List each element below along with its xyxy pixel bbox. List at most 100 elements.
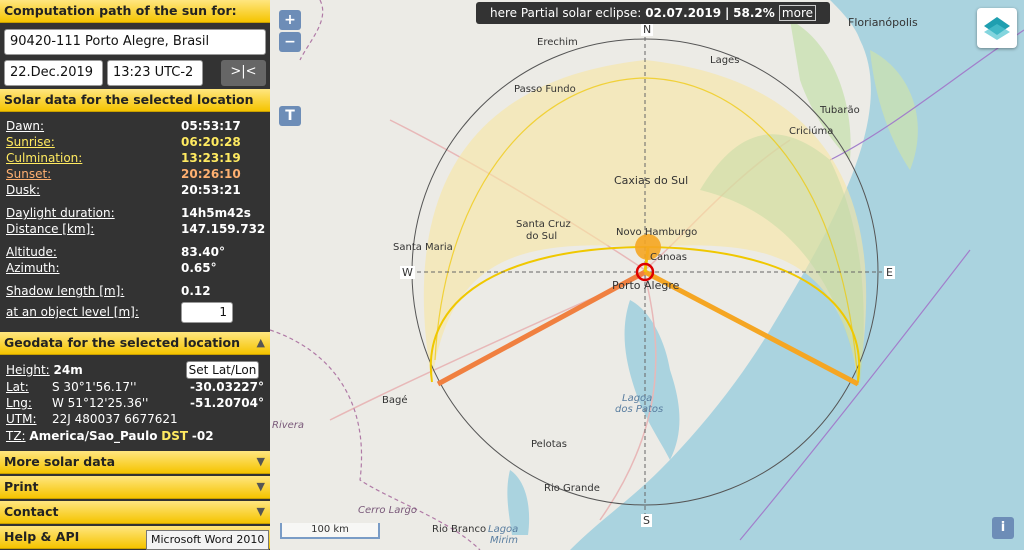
location-input[interactable]: 90420-111 Porto Alegre, Brasil: [4, 29, 266, 55]
altitude-value: 83.40°: [181, 245, 225, 259]
distance-label[interactable]: Distance [km]:: [6, 221, 94, 237]
eclipse-more-button[interactable]: more: [778, 5, 816, 21]
place-label: Lagoa: [488, 524, 519, 535]
utm-value: 22J 480037 6677621: [52, 412, 178, 426]
place-label: Tubarão: [820, 105, 860, 116]
place-label: Porto Alegre: [612, 279, 680, 292]
tz-offset: -02: [191, 429, 214, 443]
more-solar-data-header[interactable]: More solar data ▼: [0, 451, 270, 474]
chevron-up-icon: ▲: [256, 336, 265, 349]
geodata-title: Geodata for the selected location: [4, 335, 241, 350]
place-label: Lages: [710, 55, 740, 66]
lng-row: Lng: W 51°12'25.36'' -51.20704°: [6, 395, 266, 411]
culmination-row: Culmination: 13:23:19: [6, 150, 266, 166]
layer-switcher-button[interactable]: [977, 8, 1017, 48]
info-button[interactable]: i: [992, 517, 1014, 539]
shadow-label[interactable]: Shadow length [m]:: [6, 283, 124, 299]
sunset-row: Sunset: 20:26:10: [6, 166, 266, 182]
compass-south: S: [641, 514, 652, 527]
state-border-2: [299, 0, 324, 61]
lat-dms: S 30°1'56.17'': [52, 380, 137, 394]
height-label[interactable]: Height:: [6, 363, 50, 377]
place-label: Erechim: [537, 37, 578, 48]
sunset-label[interactable]: Sunset:: [6, 166, 51, 182]
place-label: Rio Grande: [544, 483, 600, 494]
more-solar-data-title: More solar data: [4, 454, 116, 469]
computation-header: Computation path of the sun for:: [0, 0, 270, 23]
chevron-down-icon: ▼: [256, 455, 265, 468]
altitude-row: Altitude: 83.40°: [6, 244, 266, 260]
dawn-row: Dawn: 05:53:17: [6, 118, 266, 134]
place-label: Bagé: [382, 395, 408, 406]
contact-header[interactable]: Contact ▼: [0, 501, 270, 524]
distance-value: 147.159.732: [181, 222, 266, 236]
place-label: dos Patos: [615, 404, 664, 415]
zoom-out-button[interactable]: −: [279, 32, 301, 52]
place-label: Lagoa: [622, 393, 653, 404]
side-panel: Computation path of the sun for: 90420-1…: [0, 0, 270, 550]
compass-east: E: [884, 266, 895, 279]
lat-row: Lat: S 30°1'56.17'' -30.03227°: [6, 379, 266, 395]
azimuth-row: Azimuth: 0.65°: [6, 260, 266, 276]
map[interactable]: Florianópolis Erechim Lages Passo Fundo …: [270, 0, 1024, 550]
dusk-row: Dusk: 20:53:21: [6, 182, 266, 198]
daylight-value: 14h5m42s: [181, 206, 251, 220]
azimuth-label[interactable]: Azimuth:: [6, 260, 60, 276]
place-label: Canoas: [650, 252, 687, 263]
culmination-label[interactable]: Culmination:: [6, 150, 82, 166]
dawn-label[interactable]: Dawn:: [6, 118, 44, 134]
sunrise-row: Sunrise: 06:20:28: [6, 134, 266, 150]
eclipse-banner: here Partial solar eclipse: 02.07.2019 |…: [476, 2, 830, 24]
tz-label[interactable]: TZ:: [6, 429, 26, 443]
sunset-value: 20:26:10: [181, 167, 241, 181]
map-canvas: [270, 0, 1024, 550]
object-level-input[interactable]: 1: [181, 302, 233, 323]
layers-icon: [984, 17, 1010, 40]
text-toggle-button[interactable]: T: [279, 106, 301, 126]
place-label: Santa Maria: [393, 242, 453, 253]
date-input[interactable]: 22.Dec.2019: [4, 60, 103, 86]
lng-label[interactable]: Lng:: [6, 396, 32, 410]
time-input[interactable]: 13:23 UTC-2: [107, 60, 203, 86]
zoom-in-button[interactable]: +: [279, 10, 301, 30]
sunrise-value: 06:20:28: [181, 135, 241, 149]
print-header[interactable]: Print ▼: [0, 476, 270, 499]
shadow-row: Shadow length [m]: 0.12: [6, 283, 266, 299]
place-label: Novo Hamburgo: [616, 227, 698, 238]
daylight-label[interactable]: Daylight duration:: [6, 205, 115, 221]
place-label: Mirim: [490, 535, 519, 546]
place-label: Rio Branco: [432, 524, 487, 535]
scale-bar: 100 km: [280, 523, 380, 539]
sunrise-label[interactable]: Sunrise:: [6, 134, 55, 150]
chevron-down-icon: ▼: [256, 480, 265, 493]
compass-west: W: [400, 266, 415, 279]
dst-badge: DST: [161, 429, 189, 443]
eclipse-text-row: here Partial solar eclipse: 02.07.2019 |…: [490, 6, 775, 20]
computation-title: Computation path of the sun for:: [4, 3, 237, 18]
place-label: Passo Fundo: [514, 84, 576, 95]
tz-value: America/Sao_Paulo: [29, 429, 158, 443]
place-label: Santa Cruz: [516, 219, 571, 230]
geodata-header[interactable]: Geodata for the selected location ▲: [0, 332, 270, 355]
eclipse-text: here Partial solar eclipse:: [490, 6, 642, 20]
solar-data-header[interactable]: Solar data for the selected location: [0, 89, 270, 112]
contact-title: Contact: [4, 504, 59, 519]
dusk-label[interactable]: Dusk:: [6, 182, 40, 198]
object-level-label[interactable]: at an object level [m]:: [6, 304, 139, 320]
lat-label[interactable]: Lat:: [6, 380, 29, 394]
set-latlon-button[interactable]: Set Lat/Lon: [186, 361, 259, 379]
shadow-value: 0.12: [181, 284, 211, 298]
utm-label[interactable]: UTM:: [6, 412, 37, 426]
compass-north: N: [641, 23, 654, 36]
help-api-title: Help & API: [4, 529, 80, 544]
distance-row: Distance [km]: 147.159.732: [6, 221, 266, 237]
utm-row: UTM: 22J 480037 6677621: [6, 411, 266, 427]
current-time-button[interactable]: >|<: [221, 60, 266, 86]
dusk-value: 20:53:21: [181, 183, 241, 197]
tz-row: TZ: America/Sao_Paulo DST -02: [6, 428, 266, 444]
altitude-label[interactable]: Altitude:: [6, 244, 57, 260]
lat-decimal: -30.03227°: [190, 380, 264, 394]
tooltip: Microsoft Word 2010: [146, 530, 270, 550]
place-label: Pelotas: [531, 439, 567, 450]
place-label: Cerro Largo: [358, 505, 417, 516]
